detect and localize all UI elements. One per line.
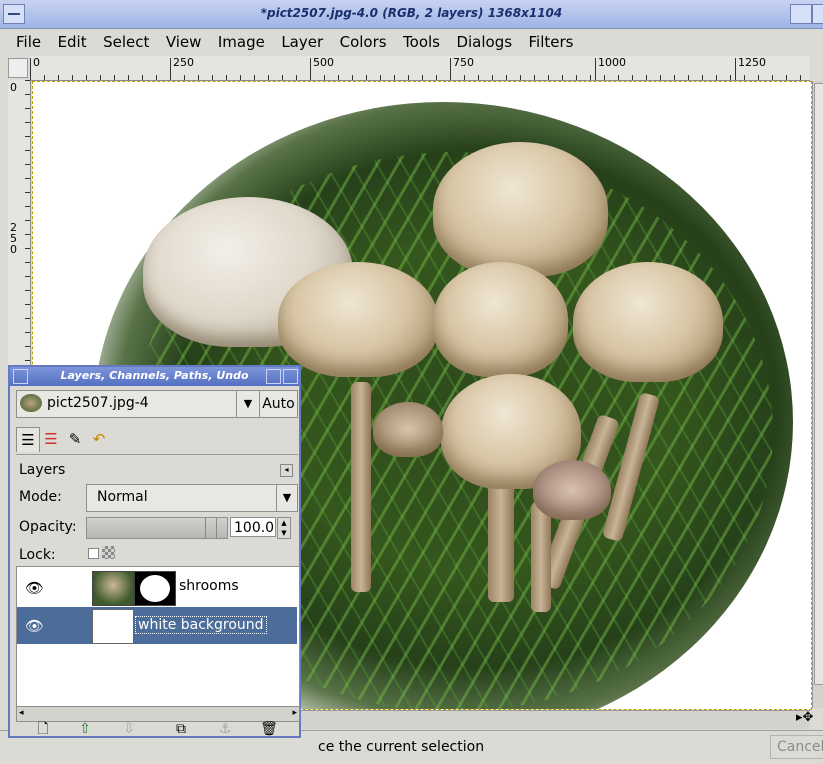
ruler-tick: 0: [33, 56, 40, 69]
mushroom-cap: [433, 262, 568, 377]
menu-filters[interactable]: Filters: [522, 29, 579, 51]
mushroom-cap: [533, 460, 611, 520]
raise-layer-icon[interactable]: ⇧: [68, 719, 102, 739]
duplicate-layer-icon[interactable]: ⧉: [164, 719, 198, 739]
mushroom-cap: [433, 142, 608, 277]
channels-tab-icon[interactable]: ☰: [40, 427, 62, 451]
ruler-tick: 250: [173, 56, 194, 69]
lock-label: Lock:: [19, 547, 56, 563]
ruler-tick: 1000: [598, 56, 626, 69]
scroll-thumb[interactable]: [814, 83, 823, 685]
ruler-tick: 750: [453, 56, 474, 69]
close-button[interactable]: [812, 4, 823, 24]
chevron-down-icon[interactable]: ▼: [276, 485, 297, 511]
anchor-layer-icon[interactable]: ⚓: [208, 719, 242, 739]
opacity-slider-handle[interactable]: [205, 518, 217, 538]
opacity-label: Opacity:: [19, 519, 77, 535]
new-layer-icon[interactable]: 🗋: [26, 719, 60, 739]
image-name: pict2507.jpg-4: [47, 395, 149, 411]
window-titlebar: *pict2507.jpg-4.0 (RGB, 2 layers) 1368x1…: [0, 0, 823, 29]
menu-file[interactable]: File: [0, 29, 47, 51]
layer-row-white-background[interactable]: 👁 white background: [17, 607, 297, 644]
menu-colors[interactable]: Colors: [334, 29, 393, 51]
opacity-value-field[interactable]: 100.0: [230, 517, 276, 537]
tab-divider: [16, 454, 298, 455]
image-selector[interactable]: pict2507.jpg-4 ▼: [16, 390, 260, 418]
mushroom-stem: [351, 382, 371, 592]
checkerboard-icon: [102, 546, 115, 559]
lower-layer-icon[interactable]: ⇩: [112, 719, 146, 739]
menubar: File Edit Select View Image Layer Colors…: [0, 29, 823, 55]
ruler-tick: 500: [313, 56, 334, 69]
eye-icon[interactable]: 👁: [25, 579, 44, 597]
scroll-right-icon[interactable]: ▸: [292, 708, 297, 718]
menu-select[interactable]: Select: [97, 29, 155, 51]
mushroom-stem: [488, 472, 514, 602]
scroll-left-icon[interactable]: ◂: [19, 708, 24, 718]
quick-mask-toggle[interactable]: [8, 58, 28, 78]
dialog-tabs: ☰ ☰ ✎ ↶: [16, 427, 136, 453]
cancel-button[interactable]: Cancel: [770, 735, 823, 759]
horizontal-scrollbar[interactable]: [300, 710, 810, 729]
ruler-tick: 0: [10, 243, 17, 256]
delete-layer-icon[interactable]: 🗑: [252, 719, 286, 739]
layers-tab-icon[interactable]: ☰: [16, 427, 40, 452]
layer-row-shrooms[interactable]: 👁 shrooms: [17, 569, 297, 606]
opacity-spinner[interactable]: ▲ ▼: [277, 517, 291, 539]
menu-tools[interactable]: Tools: [397, 29, 446, 51]
navigate-icon[interactable]: ▸✥: [796, 710, 823, 728]
zoom-lock-icon[interactable]: [812, 56, 823, 80]
ruler-tick: 0: [10, 81, 17, 94]
mushroom-cap: [373, 402, 443, 457]
status-message: ce the current selection: [318, 739, 485, 755]
undo-tab-icon[interactable]: ↶: [88, 427, 110, 451]
layer-name: shrooms: [179, 578, 239, 594]
mushroom-cap: [278, 262, 438, 377]
layers-dialog-title: Layers, Channels, Paths, Undo: [60, 369, 249, 382]
layer-buttons: 🗋 ⇧ ⇩ ⧉ ⚓ 🗑: [16, 719, 298, 739]
dialog-close-button[interactable]: [283, 369, 298, 384]
mode-value: Normal: [97, 489, 148, 505]
layer-thumbnail: [92, 609, 134, 644]
opacity-slider[interactable]: [86, 517, 228, 539]
window-title: *pict2507.jpg-4.0 (RGB, 2 layers) 1368x1…: [260, 6, 563, 20]
eye-icon[interactable]: 👁: [25, 617, 44, 635]
paths-tab-icon[interactable]: ✎: [64, 427, 86, 451]
menu-view[interactable]: View: [160, 29, 208, 51]
vertical-scrollbar[interactable]: [812, 81, 823, 708]
layers-dialog-titlebar: Layers, Channels, Paths, Undo: [10, 367, 299, 386]
dialog-maximize-button[interactable]: [266, 369, 281, 384]
auto-button[interactable]: Auto: [259, 390, 298, 418]
layer-list: 👁 shrooms 👁 white background: [16, 566, 300, 708]
lock-alpha-checkbox[interactable]: [88, 548, 99, 559]
layer-thumbnail: [92, 571, 134, 606]
tab-menu-icon[interactable]: ◂: [280, 464, 293, 477]
menu-edit[interactable]: Edit: [52, 29, 93, 51]
horizontal-ruler: 0 250 500 750 1000 1250: [30, 56, 810, 81]
mode-label: Mode:: [19, 489, 62, 505]
layer-name: white background: [135, 616, 267, 634]
menu-image[interactable]: Image: [212, 29, 271, 51]
chevron-down-icon[interactable]: ▼: [236, 391, 259, 417]
layer-mask-thumbnail: [134, 571, 176, 606]
mode-select[interactable]: Normal ▼: [86, 484, 298, 512]
vertical-ruler: 0 2 5 0: [8, 80, 31, 370]
layers-section-label: Layers: [19, 462, 66, 478]
layers-dialog: Layers, Channels, Paths, Undo pict2507.j…: [8, 365, 301, 738]
maximize-button[interactable]: [790, 4, 812, 24]
image-thumbnail: [20, 394, 42, 412]
menu-layer[interactable]: Layer: [275, 29, 329, 51]
menu-dialogs[interactable]: Dialogs: [450, 29, 518, 51]
ruler-tick: 1250: [738, 56, 766, 69]
mushroom-cap: [573, 262, 723, 382]
mushroom-stem: [531, 502, 551, 612]
